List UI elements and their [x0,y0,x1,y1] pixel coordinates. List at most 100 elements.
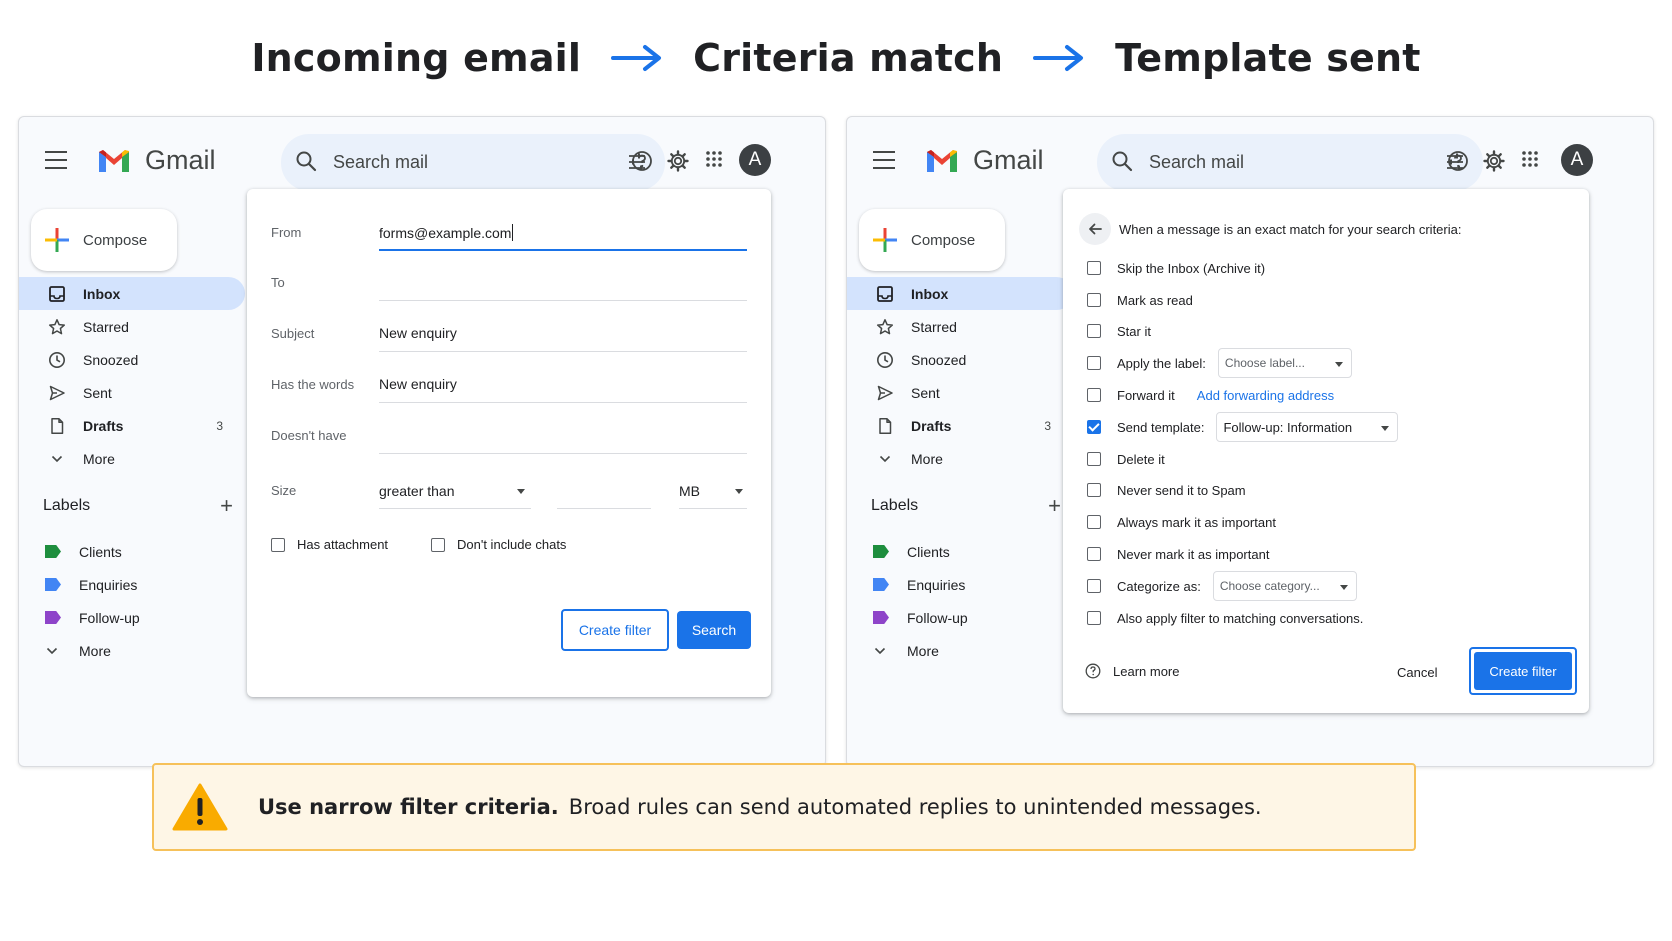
sidebar-item-snoozed[interactable]: Snoozed [19,343,245,376]
label-item-follow-up[interactable]: Follow-up [847,601,1073,634]
search-icon[interactable] [1111,150,1133,172]
size-unit-select[interactable]: MB [679,469,747,509]
add-label-icon[interactable]: + [220,493,233,519]
label-item-clients[interactable]: Clients [19,535,245,568]
action-categorize[interactable]: Categorize as: Choose category... [1087,571,1357,601]
labels-more[interactable]: More [19,634,245,667]
action-skip-inbox[interactable]: Skip the Inbox (Archive it) [1087,257,1265,279]
checkbox[interactable] [1087,293,1101,307]
dropdown-arrow-icon [1381,426,1390,431]
exclude-chats-checkbox[interactable]: Don't include chats [431,537,566,552]
labels-more[interactable]: More [847,634,1073,667]
choose-label-select[interactable]: Choose label... [1217,348,1352,378]
checkbox[interactable] [1087,452,1101,466]
label-item-enquiries[interactable]: Enquiries [19,568,245,601]
sidebar-item-inbox[interactable]: Inbox [19,277,245,310]
sidebar-item-inbox[interactable]: Inbox [847,277,1073,310]
checkbox[interactable] [1087,579,1101,593]
checkbox[interactable] [1087,324,1101,338]
chevron-down-icon [873,644,889,658]
action-send-template[interactable]: Send template: Follow-up: Information [1087,412,1399,442]
dropdown-arrow-icon [1339,585,1348,590]
compose-button[interactable]: Compose [859,209,1005,271]
checkbox[interactable] [1087,611,1101,625]
sidebar-item-more[interactable]: More [19,442,245,475]
action-forward-it[interactable]: Forward it Add forwarding address [1087,384,1334,406]
help-icon[interactable] [631,150,653,172]
action-label: Star it [1117,323,1151,339]
send-icon [875,383,895,403]
cancel-button[interactable]: Cancel [1397,665,1437,680]
checkbox[interactable] [431,537,445,552]
compose-button[interactable]: Compose [31,209,177,271]
add-label-icon[interactable]: + [1048,493,1061,519]
checkbox-checked[interactable] [1087,420,1101,434]
size-operator-select[interactable]: greater than [379,469,531,509]
help-icon[interactable] [1447,150,1469,172]
label-item-follow-up[interactable]: Follow-up [19,601,245,634]
sidebar-item-more[interactable]: More [847,442,1073,475]
action-also-apply[interactable]: Also apply filter to matching conversati… [1087,607,1363,629]
action-never-spam[interactable]: Never send it to Spam [1087,479,1246,501]
action-mark-read[interactable]: Mark as read [1087,289,1193,311]
apps-grid-icon[interactable] [705,150,723,168]
search-input[interactable]: Search mail [333,152,428,173]
sidebar-item-snoozed[interactable]: Snoozed [847,343,1073,376]
search-icon[interactable] [295,150,317,172]
clock-icon [875,350,895,370]
menu-icon[interactable] [873,151,895,175]
search-input[interactable]: Search mail [1149,152,1244,173]
back-arrow-icon[interactable] [1079,213,1111,245]
gear-icon[interactable] [667,150,689,172]
sidebar-item-starred[interactable]: Starred [847,310,1073,343]
create-filter-button[interactable]: Create filter [1469,647,1577,695]
sidebar-item-drafts[interactable]: Drafts 3 [19,409,245,442]
avatar[interactable]: A [1561,144,1593,176]
search-button[interactable]: Search [677,611,751,649]
template-select[interactable]: Follow-up: Information [1216,412,1399,442]
choose-category-select[interactable]: Choose category... [1212,571,1357,601]
from-field[interactable]: forms@example.com [379,224,514,241]
action-delete-it[interactable]: Delete it [1087,448,1165,470]
subject-field[interactable]: New enquiry [379,325,457,341]
action-label: Skip the Inbox (Archive it) [1117,260,1266,276]
has-attachment-checkbox[interactable]: Has attachment [271,537,388,552]
sidebar-item-starred[interactable]: Starred [19,310,245,343]
from-value: forms@example.com [379,225,512,241]
has-words-field[interactable]: New enquiry [379,376,457,392]
checkbox[interactable] [1087,483,1101,497]
size-label: Size [271,483,297,498]
search-bar[interactable]: Search mail [281,134,665,191]
action-never-important[interactable]: Never mark it as important [1087,543,1269,565]
compose-label: Compose [83,231,148,249]
checkbox[interactable] [1087,261,1101,275]
has-words-underline [379,402,747,403]
action-always-important[interactable]: Always mark it as important [1087,511,1276,533]
label-item-enquiries[interactable]: Enquiries [847,568,1073,601]
gmail-logo[interactable]: Gmail [925,145,1044,176]
sidebar-item-drafts[interactable]: Drafts 3 [847,409,1073,442]
checkbox[interactable] [1087,547,1101,561]
action-star-it[interactable]: Star it [1087,320,1151,342]
gmail-logo[interactable]: Gmail [97,145,216,176]
sidebar-item-label: Sent [83,384,112,401]
avatar[interactable]: A [739,144,771,176]
sidebar-item-sent[interactable]: Sent [847,376,1073,409]
add-forwarding-address-link[interactable]: Add forwarding address [1197,388,1334,403]
checkbox[interactable] [1087,515,1101,529]
apps-grid-icon[interactable] [1521,150,1539,168]
dropdown-arrow-icon [517,489,525,494]
gear-icon[interactable] [1483,150,1505,172]
search-bar[interactable]: Search mail [1097,134,1483,191]
sidebar-item-sent[interactable]: Sent [19,376,245,409]
create-filter-button[interactable]: Create filter [561,609,669,651]
action-apply-label[interactable]: Apply the label: Choose label... [1087,348,1352,378]
menu-icon[interactable] [45,151,67,175]
checkbox[interactable] [1087,356,1101,370]
learn-more-link[interactable]: Learn more [1085,663,1179,679]
size-value-input[interactable] [557,469,651,509]
checkbox[interactable] [1087,388,1101,402]
label-item-clients[interactable]: Clients [847,535,1073,568]
doesnt-have-label: Doesn't have [271,428,347,443]
checkbox[interactable] [271,537,285,552]
